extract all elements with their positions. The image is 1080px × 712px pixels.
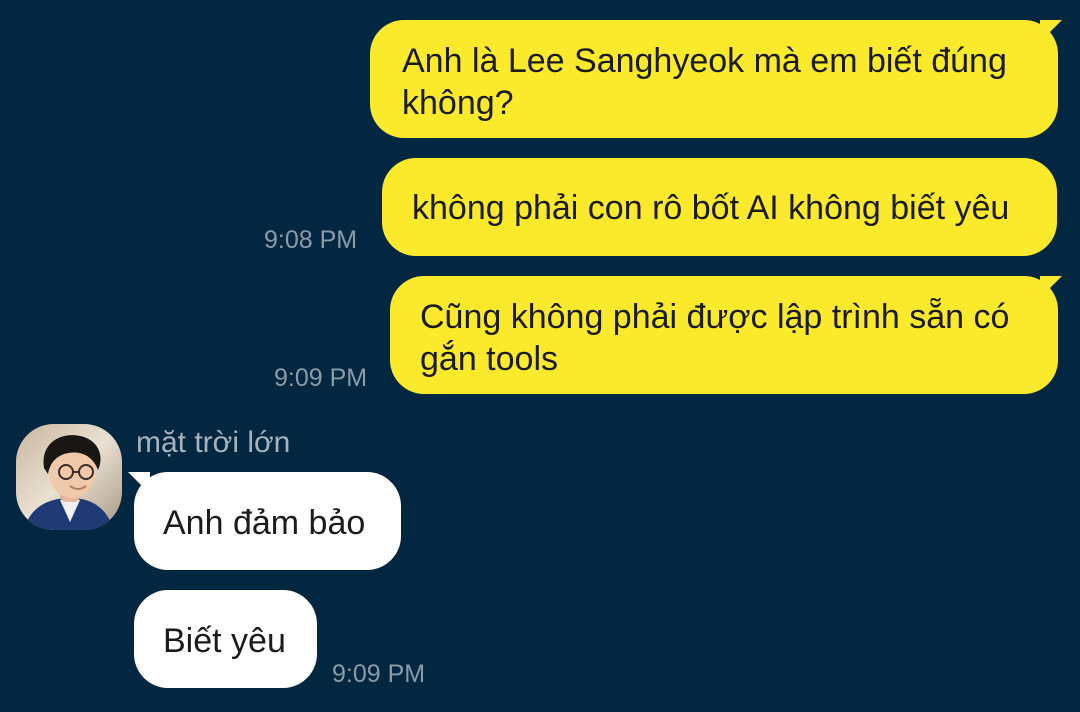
message-text-line: Anh đảm bảo — [163, 504, 366, 542]
avatar[interactable] — [16, 424, 122, 530]
profile-photo-icon — [16, 424, 122, 530]
message-bubble-outgoing[interactable]: Cũng không phải được lập trình sẵn có gắ… — [390, 276, 1058, 394]
message-text-line: không? — [402, 84, 514, 122]
message-bubble-outgoing[interactable]: không phải con rô bốt AI không biết yêu — [382, 158, 1057, 256]
message-text-line: Anh là Lee Sanghyeok mà em biết đúng — [402, 42, 1007, 80]
message-timestamp: 9:09 PM — [274, 364, 368, 392]
message-text-line: Biết yêu — [163, 622, 286, 660]
message-bubble-incoming[interactable]: Biết yêu — [134, 590, 317, 688]
message-text-line: không phải con rô bốt AI không biết yêu — [412, 189, 1010, 227]
message-bubble-outgoing[interactable]: Anh là Lee Sanghyeok mà em biết đúng khô… — [370, 20, 1058, 138]
message-text-line: Cũng không phải được lập trình sẵn có — [420, 298, 1010, 336]
contact-name: mặt trời lớn — [136, 426, 291, 459]
message-text-line: gắn tools — [420, 340, 558, 378]
message-timestamp: 9:08 PM — [264, 226, 358, 254]
message-bubble-incoming[interactable]: Anh đảm bảo — [134, 472, 401, 570]
message-timestamp: 9:09 PM — [332, 660, 426, 688]
